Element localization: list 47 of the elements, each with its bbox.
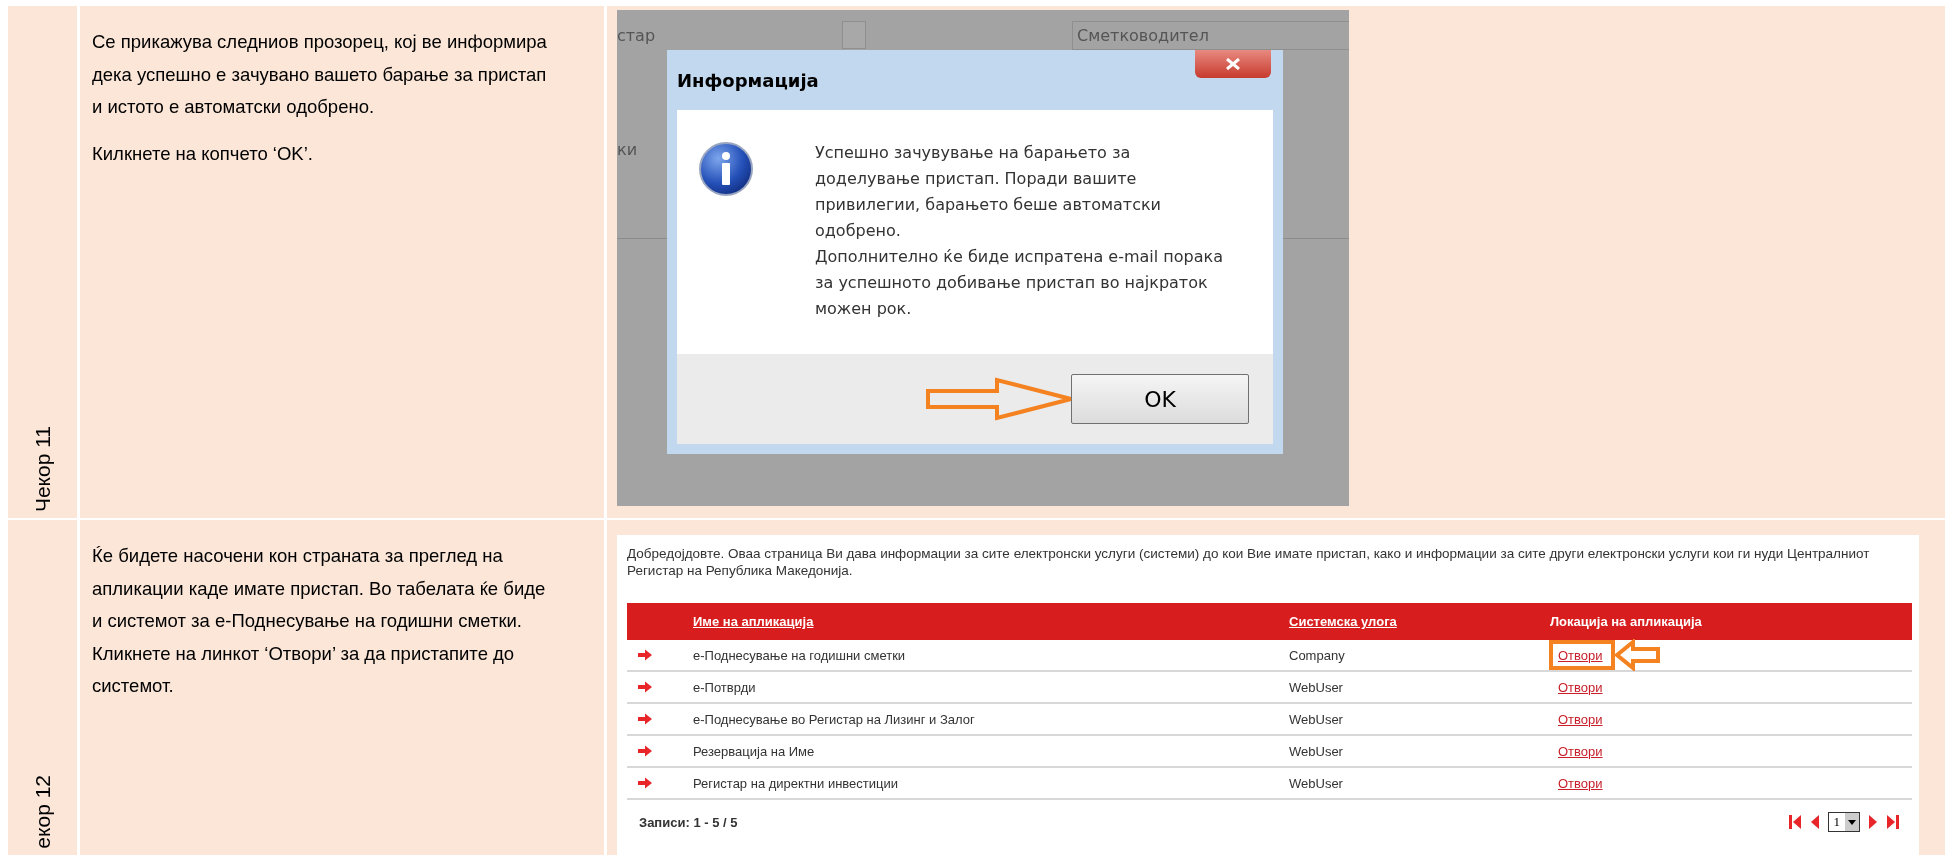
open-link[interactable]: Отвори (1550, 711, 1603, 727)
background-field: Сметководител (1072, 20, 1349, 50)
last-page-icon[interactable] (1886, 814, 1900, 830)
background-scroll-box (842, 21, 866, 49)
arrow-icon (637, 649, 653, 661)
caret-icon (1848, 819, 1856, 825)
arrow-icon (637, 681, 653, 693)
close-icon (1225, 58, 1241, 70)
next-page-icon[interactable] (1868, 814, 1878, 830)
table-cell-text: е-Поднесување на годишни сметки (693, 647, 907, 663)
open-link[interactable]: Отвори (1558, 648, 1603, 663)
previous-page-icon[interactable] (1809, 814, 1820, 830)
table-cell-text: е-Поднесување во Регистар на Лизинг и Залог (693, 711, 976, 727)
arrow-icon (637, 777, 653, 789)
page-select[interactable]: 1 (1827, 812, 1860, 832)
ok-button[interactable]: OK (1071, 374, 1249, 424)
info-icon (697, 140, 755, 198)
dialog-message: Успешно зачувување на барањето за доделување пристап. Поради вашите привилегии, барањето беше автоматски одобрено. (815, 142, 1162, 242)
dialog-message: Дополнително ќе биде испратена е-mail порака за успешното добивање пристап во најкраток можен рок. (815, 246, 1224, 320)
close-button[interactable] (1195, 50, 1271, 78)
column-header[interactable]: Системска улога (1289, 614, 1550, 629)
background-label: ки (617, 140, 638, 159)
table-cell-text: WebUser (1289, 679, 1344, 695)
open-link[interactable]: Отвори (1550, 775, 1603, 791)
column-header: Локација на апликација (1550, 614, 1703, 629)
open-link[interactable]: Отвори (1550, 679, 1603, 695)
open-link[interactable]: Отвори (1550, 743, 1603, 759)
column-header[interactable]: Име на апликација (693, 614, 1289, 629)
table-cell-text: Резервација на Име (693, 743, 816, 759)
table-cell-text: WebUser (1289, 743, 1344, 759)
intro-text: Добредојдовте. Оваа страница Ви дава информации за сите електронски услуги (системи) до кои Вие имате пристап, како и информации за сите други електронски услуги кои ги нуди Централниот Регистар на Република Македонија. (627, 545, 1871, 579)
instruction-text: Килкнете на копчето ‘OK’. (92, 141, 314, 166)
arrow-icon (637, 745, 653, 757)
step-label: екор 12 (30, 775, 55, 849)
table-cell-text: Company (1289, 647, 1346, 663)
instruction-text: Ќе бидете насочени кон страната за преглед на апликации каде имате пристап. Во табелата ќе биде и системот за е-Поднесување на годишни сметки. Кликнете на линкот ‘Отвори’ за да пристапите до системот. (92, 544, 547, 698)
instruction-text: Се прикажува следниов прозорец, кој ве информира дека успешно е зачувано вашето барање за пристап и истото е автоматски одобрено. (92, 30, 548, 119)
arrow-icon (637, 713, 653, 725)
dialog-title: Информација (677, 69, 819, 91)
records-count: Записи: 1 - 5 / 5 (639, 814, 738, 830)
table-cell-text: WebUser (1289, 711, 1344, 727)
table-cell-text: WebUser (1289, 775, 1344, 791)
first-page-icon[interactable] (1787, 814, 1802, 830)
background-field-text: стар (617, 25, 657, 45)
table-cell-text: Регистар на директни инвестиции (693, 775, 899, 791)
table-cell-text: е-Потврди (693, 679, 757, 695)
step-label: Чекор 11 (30, 425, 55, 512)
